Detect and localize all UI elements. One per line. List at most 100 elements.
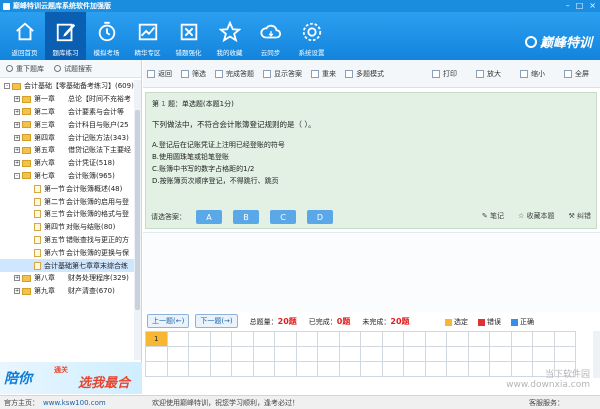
question-cell-current[interactable]: 1 bbox=[146, 332, 168, 347]
question-cell[interactable] bbox=[339, 362, 361, 377]
expand-icon[interactable]: + bbox=[14, 108, 20, 115]
question-cell[interactable] bbox=[382, 332, 404, 347]
tree-item-chapter-9[interactable]: + 第九章 财产清查 (670) bbox=[0, 285, 134, 298]
expand-icon[interactable]: + bbox=[14, 275, 20, 282]
question-cell[interactable] bbox=[210, 332, 232, 347]
tree-item-chapter-2[interactable]: + 第二章 会计要素与会计等 bbox=[0, 106, 134, 119]
favorite-question-button[interactable]: ☆ 收藏本题 bbox=[518, 211, 555, 221]
question-cell[interactable] bbox=[275, 362, 297, 377]
question-cell[interactable] bbox=[533, 347, 555, 362]
print-button[interactable]: 打印 bbox=[432, 69, 457, 79]
search-questions-button[interactable]: 试题搜索 bbox=[54, 64, 92, 74]
collapse-icon[interactable]: - bbox=[14, 172, 20, 179]
service-label[interactable]: 客服服务： bbox=[529, 398, 564, 408]
tree-item-section-review[interactable]: 会计基础第七章章末综合练 bbox=[0, 259, 134, 272]
tree-item-section-2[interactable]: 第二节 会计账簿的启用与登 bbox=[0, 195, 134, 208]
homepage-link[interactable]: www.ksw100.com bbox=[43, 399, 106, 407]
tree-item-chapter-8[interactable]: + 第八章 财务处理程序 (329) bbox=[0, 272, 134, 285]
next-question-button[interactable]: 下一题(→) bbox=[195, 314, 238, 328]
show-answer-button[interactable]: 显示答案 bbox=[263, 69, 302, 79]
question-cell[interactable] bbox=[253, 347, 275, 362]
zoom-out-button[interactable]: 缩小 bbox=[520, 69, 545, 79]
question-cell[interactable] bbox=[146, 362, 168, 377]
tree-item-chapter-3[interactable]: + 第三章 会计科目与账户 (25 bbox=[0, 118, 134, 131]
question-cell[interactable] bbox=[490, 347, 512, 362]
report-error-button[interactable]: ⚒ 纠错 bbox=[568, 211, 591, 221]
question-cell[interactable] bbox=[404, 332, 426, 347]
question-cell[interactable] bbox=[318, 332, 340, 347]
ribbon-exam-button[interactable]: 模拟考场 bbox=[86, 12, 127, 60]
tree-root[interactable]: - 会计基础【零基础备考练习】 (609) bbox=[0, 80, 134, 93]
collapse-icon[interactable]: - bbox=[4, 83, 10, 90]
scrollbar-thumb[interactable] bbox=[135, 110, 140, 310]
question-cell[interactable] bbox=[490, 332, 512, 347]
question-cell[interactable] bbox=[361, 362, 383, 377]
question-cell[interactable] bbox=[468, 332, 490, 347]
question-cell[interactable] bbox=[361, 332, 383, 347]
question-cell[interactable] bbox=[425, 332, 447, 347]
tree-scrollbar[interactable] bbox=[134, 80, 141, 360]
zoom-in-button[interactable]: 放大 bbox=[476, 69, 501, 79]
question-cell[interactable] bbox=[210, 347, 232, 362]
question-cell[interactable] bbox=[554, 332, 576, 347]
ribbon-mistakes-button[interactable]: 错题强化 bbox=[168, 12, 209, 60]
tree-item-chapter-4[interactable]: + 第四章 会计记账方法 (343) bbox=[0, 131, 134, 144]
ribbon-settings-button[interactable]: 系统设置 bbox=[291, 12, 332, 60]
question-cell[interactable] bbox=[511, 332, 533, 347]
question-cell[interactable] bbox=[296, 362, 318, 377]
tree-item-chapter-5[interactable]: + 第五章 借贷记账法下主要经 bbox=[0, 144, 134, 157]
expand-icon[interactable]: + bbox=[14, 96, 20, 103]
question-cell[interactable] bbox=[447, 347, 469, 362]
question-cell[interactable] bbox=[167, 332, 189, 347]
tree-item-chapter-7[interactable]: - 第七章 会计账簿 (965) bbox=[0, 170, 134, 183]
ribbon-cloud-sync-button[interactable]: 云同步 bbox=[250, 12, 291, 60]
reload-bank-button[interactable]: 重下题库 bbox=[6, 64, 44, 74]
ribbon-home-button[interactable]: 返回首页 bbox=[4, 12, 45, 60]
notes-button[interactable]: ✎ 笔记 bbox=[482, 211, 504, 221]
minimize-button[interactable]: – bbox=[566, 1, 570, 10]
expand-icon[interactable]: + bbox=[14, 134, 20, 141]
question-cell[interactable] bbox=[382, 347, 404, 362]
answer-b-button[interactable]: B bbox=[233, 210, 259, 224]
answer-d-button[interactable]: D bbox=[307, 210, 333, 224]
filter-button[interactable]: 筛选 bbox=[181, 69, 206, 79]
tree-item-section-4[interactable]: 第四节 对账与结账 (80) bbox=[0, 221, 134, 234]
question-cell[interactable] bbox=[275, 332, 297, 347]
question-cell[interactable] bbox=[425, 347, 447, 362]
question-cell[interactable] bbox=[146, 347, 168, 362]
expand-icon[interactable]: + bbox=[14, 288, 20, 295]
question-cell[interactable] bbox=[404, 362, 426, 377]
answer-c-button[interactable]: C bbox=[270, 210, 296, 224]
question-cell[interactable] bbox=[232, 347, 254, 362]
restart-button[interactable]: 重来 bbox=[311, 69, 336, 79]
question-cell[interactable] bbox=[382, 362, 404, 377]
question-cell[interactable] bbox=[296, 347, 318, 362]
question-cell[interactable] bbox=[189, 347, 211, 362]
ribbon-practice-button[interactable]: 题库练习 bbox=[45, 12, 86, 60]
back-button[interactable]: 返回 bbox=[147, 69, 172, 79]
ribbon-favorites-button[interactable]: 我的收藏 bbox=[209, 12, 250, 60]
close-button[interactable]: × bbox=[589, 1, 596, 10]
prev-question-button[interactable]: 上一题(←) bbox=[147, 314, 190, 328]
tree-item-section-3[interactable]: 第三节 会计账簿的格式与登 bbox=[0, 208, 134, 221]
question-cell[interactable] bbox=[232, 332, 254, 347]
fullscreen-button[interactable]: 全屏 bbox=[564, 69, 589, 79]
question-cell[interactable] bbox=[210, 362, 232, 377]
expand-icon[interactable]: + bbox=[14, 121, 20, 128]
tree-item-section-1[interactable]: 第一节 会计账簿概述 (48) bbox=[0, 182, 134, 195]
question-cell[interactable] bbox=[296, 332, 318, 347]
question-cell[interactable] bbox=[468, 347, 490, 362]
expand-icon[interactable]: + bbox=[14, 160, 20, 167]
tree-item-chapter-6[interactable]: + 第六章 会计凭证 (518) bbox=[0, 157, 134, 170]
question-cell[interactable] bbox=[425, 362, 447, 377]
multi-question-mode-button[interactable]: 多题模式 bbox=[345, 69, 384, 79]
question-cell[interactable] bbox=[253, 332, 275, 347]
question-cell[interactable] bbox=[361, 347, 383, 362]
expand-icon[interactable]: + bbox=[14, 147, 20, 154]
maximize-button[interactable]: □ bbox=[576, 1, 584, 10]
tree-item-section-6[interactable]: 第六节 会计账簿的更换与保 bbox=[0, 246, 134, 259]
grid-scrollbar[interactable] bbox=[593, 331, 600, 378]
question-cell[interactable] bbox=[167, 362, 189, 377]
question-cell[interactable] bbox=[318, 347, 340, 362]
question-cell[interactable] bbox=[318, 362, 340, 377]
